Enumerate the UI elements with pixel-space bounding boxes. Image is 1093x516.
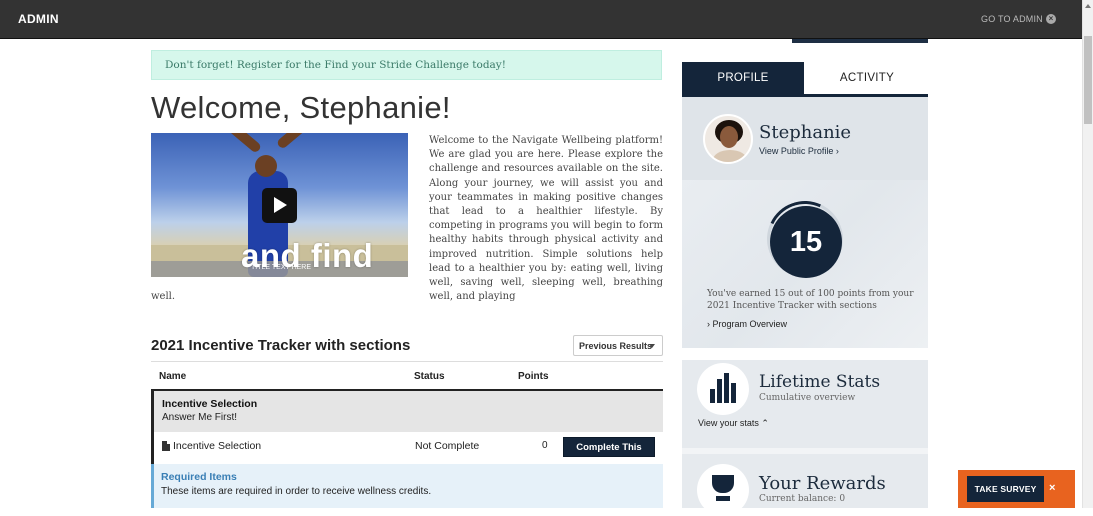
section-subtitle: Answer Me First! <box>162 412 238 423</box>
profile-activity-tabs: PROFILE ACTIVITY <box>682 62 928 97</box>
scroll-up-arrow-icon[interactable] <box>1085 4 1091 8</box>
column-header-status: Status <box>414 371 445 382</box>
intro-paragraph: Welcome to the Navigate Wellbeing platfo… <box>429 135 663 303</box>
avatar-face <box>720 126 738 148</box>
close-admin-icon[interactable]: × <box>1046 14 1056 24</box>
view-public-profile-link[interactable]: View Public Profile › <box>759 146 839 156</box>
rewards-card: Your Rewards Current balance: 0 <box>682 448 928 516</box>
required-items-row: Required Items These items are required … <box>151 464 663 508</box>
rewards-balance: Current balance: 0 <box>759 494 846 504</box>
required-items-subtitle: These items are required in order to rec… <box>161 486 432 497</box>
table-row: Incentive Selection Not Complete 0 Compl… <box>151 432 663 464</box>
caret-down-icon <box>649 344 655 348</box>
take-survey-button[interactable]: TAKE SURVEY <box>967 476 1044 502</box>
close-survey-icon[interactable]: × <box>1049 482 1055 494</box>
view-your-stats-link[interactable]: View your stats ⌃ <box>698 418 769 429</box>
bar-chart-icon-bar <box>710 389 715 403</box>
lifetime-stats-subtitle: Cumulative overview <box>759 393 856 403</box>
bar-chart-icon <box>697 363 749 415</box>
admin-title: ADMIN <box>18 12 59 26</box>
profile-name: Stephanie <box>759 122 852 143</box>
video-runner-arm <box>220 133 263 154</box>
bar-chart-icon-bar <box>717 379 722 403</box>
column-header-name: Name <box>159 371 187 382</box>
take-survey-widget: TAKE SURVEY × <box>958 470 1075 508</box>
page-scrollbar[interactable] <box>1082 0 1093 508</box>
avatar[interactable] <box>703 114 753 164</box>
tab-activity[interactable]: ACTIVITY <box>806 62 928 94</box>
tab-profile[interactable]: PROFILE <box>682 62 804 94</box>
profile-panel: Stephanie View Public Profile › 15 You'v… <box>682 97 928 516</box>
previous-results-dropdown[interactable]: Previous Results <box>573 335 663 356</box>
program-overview-link[interactable]: › Program Overview <box>707 319 787 329</box>
intro-paragraph-tail: well. <box>151 291 176 302</box>
avatar-shoulders <box>713 150 747 162</box>
trophy-icon <box>697 464 749 516</box>
video-runner-arm <box>275 133 318 150</box>
lifetime-stats-card: Lifetime Stats Cumulative overview View … <box>682 348 928 448</box>
section-title: Incentive Selection <box>162 398 258 410</box>
points-summary: 15 You've earned 15 out of 100 points fr… <box>682 180 928 348</box>
bar-chart-icon-bar <box>724 373 729 403</box>
video-runner-head <box>255 155 277 177</box>
scrollbar-thumb[interactable] <box>1084 36 1092 124</box>
tracker-section-row: Incentive Selection Answer Me First! <box>151 391 663 432</box>
go-to-admin-link[interactable]: GO TO ADMIN <box>981 14 1043 24</box>
document-icon <box>162 441 170 451</box>
points-value: 15 <box>770 206 842 278</box>
lifetime-stats-title: Lifetime Stats <box>759 372 881 392</box>
tracker-table-header: Name Status Points <box>151 361 663 391</box>
trophy-icon-base <box>716 496 730 501</box>
admin-topbar: ADMIN GO TO ADMIN × <box>0 0 1082 39</box>
item-name[interactable]: Incentive Selection <box>173 440 261 452</box>
points-earned-text: You've earned 15 out of 100 points from … <box>707 289 914 311</box>
panel-top-strip <box>792 39 928 43</box>
required-items-title: Required Items <box>161 471 237 483</box>
previous-results-label: Previous Results <box>579 341 653 351</box>
bar-chart-icon-bar <box>731 383 736 403</box>
item-points: 0 <box>542 440 548 451</box>
play-icon[interactable] <box>262 188 297 223</box>
challenge-reminder-banner[interactable]: Don't forget! Register for the Find your… <box>151 50 662 80</box>
tracker-title: 2021 Incentive Tracker with sections <box>151 337 411 354</box>
complete-this-button[interactable]: Complete This <box>563 437 655 457</box>
trophy-icon-cup <box>712 475 734 493</box>
intro-video-player[interactable]: and find TITLE TEXT HERE <box>151 133 408 277</box>
item-status: Not Complete <box>415 440 480 452</box>
column-header-points: Points <box>518 371 549 382</box>
welcome-heading: Welcome, Stephanie! <box>151 90 451 125</box>
video-caption: TITLE TEXT HERE <box>251 264 312 271</box>
profile-card: Stephanie View Public Profile › <box>682 97 928 180</box>
rewards-title: Your Rewards <box>759 473 886 494</box>
